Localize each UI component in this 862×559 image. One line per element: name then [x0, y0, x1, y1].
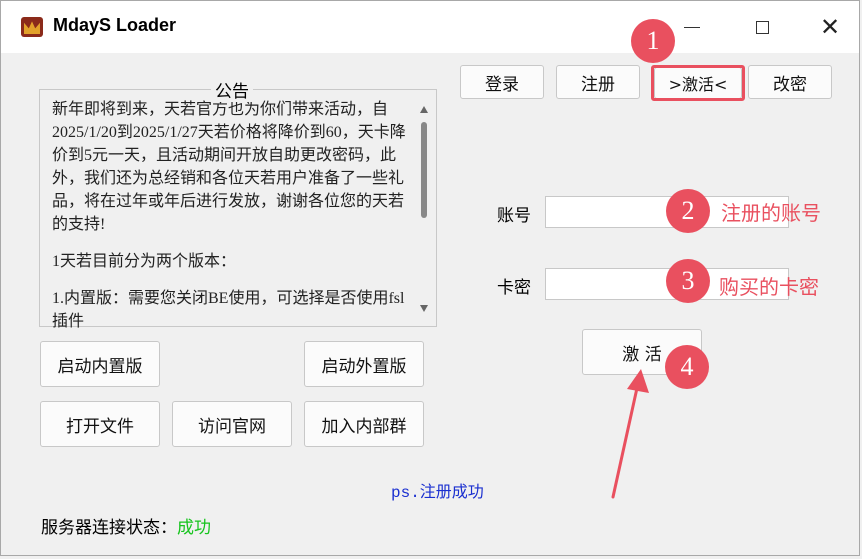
pointer-arrow-icon [611, 369, 649, 499]
app-window: MdayS Loader ✕ 登录 注册 >激活< 改密 新年即将到来，天若官方… [0, 0, 860, 556]
